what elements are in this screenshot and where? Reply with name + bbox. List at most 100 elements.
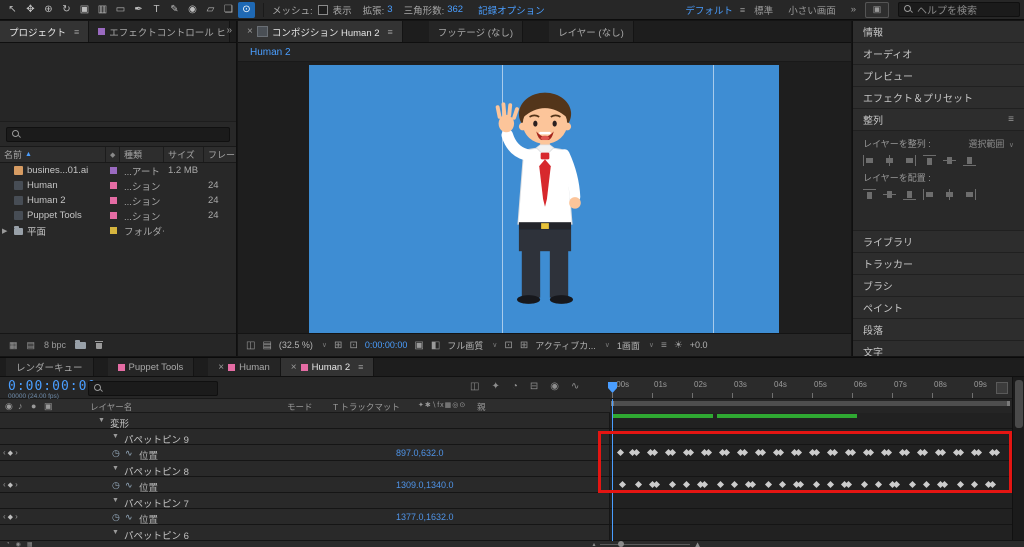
trash-icon[interactable] <box>95 341 103 350</box>
current-time-display[interactable]: 0:00:00:00 <box>8 379 96 394</box>
right-panel-header[interactable]: 情報 <box>853 21 1024 43</box>
timeline-row[interactable]: ▼パペットピン 7 <box>0 493 1012 509</box>
shape-tool[interactable]: ▭ <box>112 2 129 18</box>
column-fps[interactable]: フレー <box>204 147 236 162</box>
right-panel-header[interactable]: 段落 <box>853 319 1024 341</box>
graph-icon[interactable]: ∿ <box>125 512 133 523</box>
column-label-icon[interactable]: ◆ <box>106 147 120 162</box>
right-panel-header[interactable]: 文字 <box>853 341 1024 356</box>
frame-blend-icon[interactable]: ⊟ <box>530 381 538 392</box>
main-viewer-icon[interactable]: ▤ <box>262 340 271 351</box>
rotate-tool[interactable]: ↻ <box>58 2 75 18</box>
hand-tool[interactable]: ✥ <box>22 2 39 18</box>
project-bpc[interactable]: 8 bpc <box>44 340 66 350</box>
lock-icon[interactable]: ▣ <box>44 401 53 412</box>
twirl-down-icon[interactable]: ▼ <box>112 497 119 504</box>
exposure-icon[interactable]: ☀ <box>674 340 683 351</box>
zoom-out-icon[interactable]: ▴ <box>593 541 596 547</box>
align-target-select[interactable]: 選択範囲 ∨ <box>968 137 1014 150</box>
camera-tool[interactable]: ▣ <box>76 2 93 18</box>
snapshot-icon[interactable]: ▣ <box>414 340 423 351</box>
nav-next-icon[interactable]: › <box>15 448 20 457</box>
resolution-select[interactable]: フル画質 <box>447 339 483 352</box>
roto-brush-tool[interactable]: ❏ <box>220 2 237 18</box>
column-name[interactable]: 名前▲ <box>0 147 106 162</box>
shy-icon[interactable]: ◔ <box>512 381 518 392</box>
workspace-menu-icon[interactable]: ≡ <box>740 5 745 15</box>
stopwatch-icon[interactable]: ◷ <box>112 480 120 491</box>
property-name[interactable]: 位置 <box>139 448 158 462</box>
nav-next-icon[interactable]: › <box>15 512 20 521</box>
timeline-row[interactable]: ▼パペットピン 6 <box>0 525 1012 541</box>
project-row[interactable]: busines...01.ai...アート1.2 MB <box>0 163 236 178</box>
twirl-down-icon[interactable]: ▼ <box>98 417 105 424</box>
project-row[interactable]: Puppet Tools...ション24 <box>0 208 236 223</box>
brush-tool[interactable]: ✎ <box>166 2 183 18</box>
composition-stage[interactable] <box>309 65 779 333</box>
puppet-pin-tool[interactable]: ⊙ <box>238 2 255 18</box>
nav-keyframe-icon[interactable]: ◆ <box>8 482 15 489</box>
camera-select[interactable]: アクティブカ... <box>535 339 596 352</box>
work-area-bar[interactable] <box>611 401 1010 406</box>
new-folder-icon[interactable] <box>75 340 86 351</box>
tab-human[interactable]: ×Human <box>208 358 280 376</box>
transparency-grid-icon[interactable]: ⊞ <box>520 340 528 351</box>
property-value[interactable]: 1309.0,1340.0 <box>396 480 454 490</box>
tab-human-2[interactable]: ×Human 2≡ <box>281 358 375 376</box>
eye-icon[interactable]: ◉ <box>5 401 13 412</box>
show-snapshot-icon[interactable]: ◧ <box>431 340 440 351</box>
twirl-down-icon[interactable]: ▼ <box>112 529 119 536</box>
zoom-tool[interactable]: ⊕ <box>40 2 57 18</box>
audio-icon[interactable]: ♪ <box>18 401 23 411</box>
workspace-standard[interactable]: 標準 <box>754 3 773 17</box>
thumbnail-view-icon[interactable]: ▦ <box>9 340 18 351</box>
right-panel-header[interactable]: ライブラリ <box>853 231 1024 253</box>
tab-layer[interactable]: レイヤー (なし) <box>549 21 634 42</box>
tab-render-queue[interactable]: レンダーキュー <box>6 358 94 376</box>
expansion-value[interactable]: 3 <box>387 4 392 15</box>
expand-toggle-icon[interactable]: ◔ <box>6 541 10 547</box>
panel-menu-icon[interactable]: ≡ <box>74 27 79 37</box>
tab-project[interactable]: プロジェクト ≡ <box>0 21 89 42</box>
property-name[interactable]: 位置 <box>139 512 158 526</box>
align-cy-icon[interactable] <box>943 155 956 166</box>
project-row[interactable]: Human 2...ション24 <box>0 193 236 208</box>
keyframe-navigator[interactable]: ‹◆› <box>3 448 20 457</box>
column-mode[interactable]: モード <box>287 401 313 413</box>
flowchart-icon[interactable]: ◫ <box>470 381 479 392</box>
column-size[interactable]: サイズ <box>164 147 204 162</box>
graph-editor-icon[interactable]: ∿ <box>571 381 579 392</box>
eraser-tool[interactable]: ▱ <box>202 2 219 18</box>
mesh-show-checkbox[interactable] <box>318 5 328 15</box>
list-view-icon[interactable]: ▤ <box>27 340 36 351</box>
align-r-icon[interactable] <box>903 155 916 166</box>
type-tool[interactable]: T <box>148 2 165 18</box>
close-icon[interactable]: × <box>247 26 253 37</box>
project-search-input[interactable] <box>6 127 230 142</box>
zoom-slider-handle[interactable] <box>618 541 624 547</box>
timeline-row[interactable]: ‹◆›◷∿位置1377.0,1632.0 <box>0 509 1012 525</box>
comp-marker-bin[interactable] <box>996 382 1008 394</box>
exposure-value[interactable]: +0.0 <box>690 340 708 350</box>
grid-options-icon[interactable]: ⊞ <box>334 340 342 351</box>
project-row[interactable]: Human...ション24 <box>0 178 236 193</box>
stopwatch-icon[interactable]: ◷ <box>112 512 120 523</box>
right-panel-header[interactable]: ペイント <box>853 297 1024 319</box>
graph-toggle-icon[interactable]: ◉ <box>16 541 21 547</box>
right-panel-header[interactable]: オーディオ <box>853 43 1024 65</box>
right-panel-header[interactable]: エフェクト＆プリセット <box>853 87 1024 109</box>
right-panel-header[interactable]: トラッカー <box>853 253 1024 275</box>
close-icon[interactable]: × <box>218 362 224 373</box>
property-name[interactable]: 位置 <box>139 480 158 494</box>
zoom-slider[interactable] <box>600 544 690 545</box>
scrollbar-thumb[interactable] <box>1015 380 1023 428</box>
property-value[interactable]: 1377.0,1632.0 <box>396 512 454 522</box>
right-panel-header[interactable]: ブラシ <box>853 275 1024 297</box>
align-cx-icon[interactable] <box>883 155 896 166</box>
distribute-cx-icon[interactable] <box>943 189 956 200</box>
transfer-toggle-icon[interactable]: ▦ <box>27 541 33 547</box>
pixel-aspect-icon[interactable]: ≡ <box>661 340 667 351</box>
tab-footage[interactable]: フッテージ (なし) <box>429 21 523 42</box>
viewer-timecode[interactable]: 0:00:00:00 <box>365 340 408 350</box>
panel-menu-icon[interactable]: ≡ <box>358 362 363 372</box>
